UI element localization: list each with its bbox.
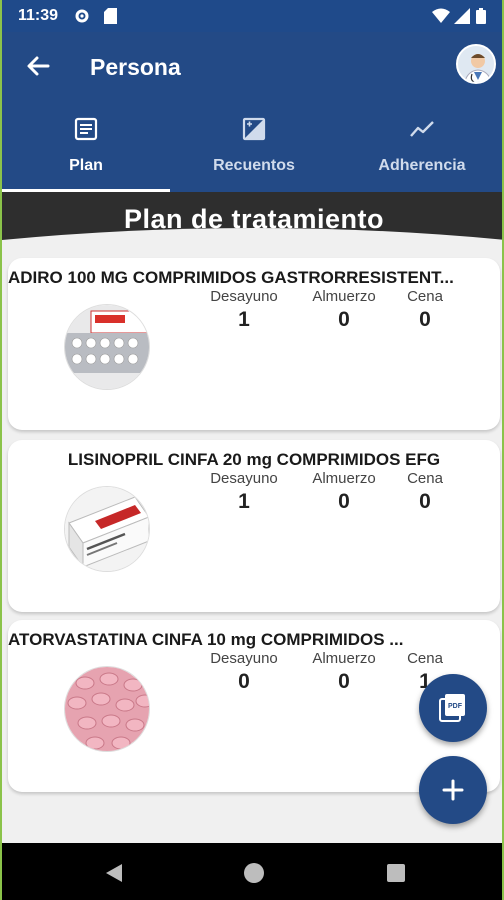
dose-label: Desayuno [210, 470, 278, 487]
document-icon [73, 116, 99, 142]
avatar[interactable] [456, 44, 496, 84]
page-title: Persona [90, 54, 181, 80]
dose-value: 0 [238, 670, 250, 693]
system-nav-bar [2, 843, 502, 900]
medication-list: ADIRO 100 MG COMPRIMIDOS GASTRORRESISTEN… [2, 240, 502, 843]
dose-label: Cena [407, 288, 443, 305]
dose-breakfast: Desayuno 1 [199, 470, 289, 514]
dose-label: Cena [407, 650, 443, 667]
status-bar: 11:39 [2, 0, 502, 32]
dose-label: Almuerzo [312, 288, 376, 305]
dose-lunch: Almuerzo 0 [299, 288, 389, 332]
dose-value: 1 [238, 490, 250, 513]
gear-icon [74, 8, 90, 29]
tab-adherencia[interactable]: Adherencia [338, 102, 502, 192]
medication-name: ATORVASTATINA CINFA 10 mg COMPRIMIDOS ..… [8, 630, 404, 649]
dose-value: 0 [338, 490, 350, 513]
dose-label: Cena [407, 470, 443, 487]
medication-name: ADIRO 100 MG COMPRIMIDOS GASTRORRESISTEN… [8, 268, 454, 287]
dose-lunch: Almuerzo 0 [299, 650, 389, 694]
dose-dinner: Cena 0 [380, 470, 470, 514]
app-screen: 11:39 Persona Plan Recuentos Adherencia … [0, 0, 504, 900]
dose-breakfast: Desayuno 1 [199, 288, 289, 332]
dose-value: 0 [338, 308, 350, 331]
medication-image [64, 304, 150, 390]
dose-value: 0 [338, 670, 350, 693]
image-icon [241, 116, 267, 142]
signal-icon [454, 8, 470, 29]
dose-value: 0 [419, 490, 431, 513]
sim-card-icon [104, 8, 117, 29]
trend-icon [409, 116, 435, 142]
dose-breakfast: Desayuno 0 [199, 650, 289, 694]
dose-label: Almuerzo [312, 650, 376, 667]
dose-dinner: Cena 0 [380, 288, 470, 332]
tab-recuentos[interactable]: Recuentos [170, 102, 338, 192]
home-circle-icon[interactable] [242, 861, 266, 885]
medication-name: LISINOPRIL CINFA 20 mg COMPRIMIDOS EFG [67, 450, 441, 469]
status-time: 11:39 [18, 7, 59, 24]
dose-label: Desayuno [210, 288, 278, 305]
app-bar: Persona [2, 32, 502, 102]
tab-label: Recuentos [213, 157, 295, 174]
arrow-left-icon[interactable] [24, 52, 52, 80]
svg-text:PDF: PDF [448, 703, 463, 710]
back-triangle-icon[interactable] [102, 861, 126, 885]
dose-label: Desayuno [210, 650, 278, 667]
section-title: Plan de tratamiento [123, 204, 385, 234]
recents-square-icon[interactable] [384, 861, 408, 885]
dose-value: 1 [238, 308, 250, 331]
medication-card[interactable]: ADIRO 100 MG COMPRIMIDOS GASTRORRESISTEN… [8, 258, 500, 430]
tab-bar: Plan Recuentos Adherencia [2, 102, 502, 192]
medication-card[interactable]: LISINOPRIL CINFA 20 mg COMPRIMIDOS EFG D… [8, 440, 500, 612]
dose-label: Almuerzo [312, 470, 376, 487]
wifi-icon [432, 8, 450, 29]
section-header: Plan de tratamiento [2, 192, 502, 240]
tab-label: Plan [69, 157, 103, 174]
tab-plan[interactable]: Plan [2, 102, 170, 192]
battery-icon [476, 8, 486, 29]
dose-lunch: Almuerzo 0 [299, 470, 389, 514]
export-pdf-button[interactable]: PDF [419, 674, 487, 742]
tab-label: Adherencia [378, 157, 466, 174]
dose-value: 0 [419, 308, 431, 331]
medication-image [64, 666, 150, 752]
add-medication-button[interactable] [419, 756, 487, 824]
medication-image [64, 486, 150, 572]
